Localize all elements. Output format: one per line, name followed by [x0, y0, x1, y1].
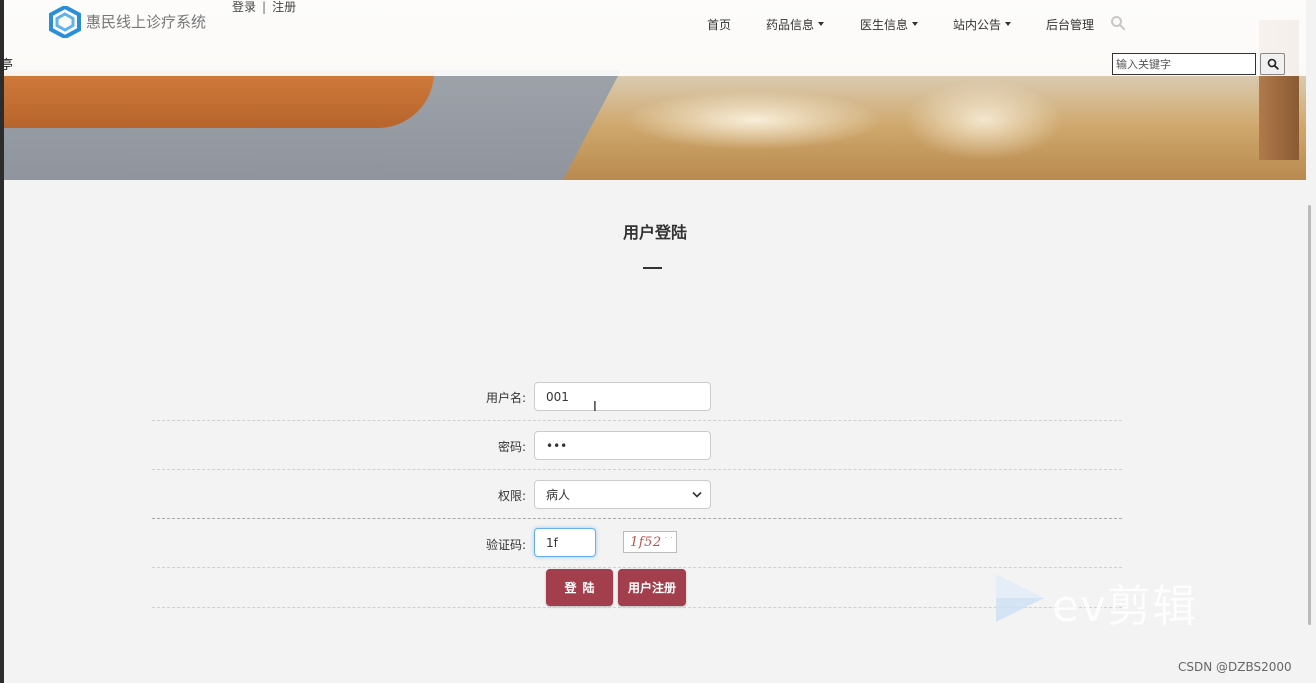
row-divider	[152, 518, 1122, 519]
nav-item-drugs[interactable]: 药品信息	[766, 16, 825, 33]
captcha-image-text: 1f52	[630, 534, 662, 550]
captcha-input[interactable]: 1f	[534, 528, 596, 557]
row-divider	[152, 607, 1122, 608]
search-button[interactable]	[1260, 53, 1285, 75]
nav-item-notices[interactable]: 站内公告	[953, 16, 1012, 33]
scrollbar[interactable]	[1306, 0, 1316, 683]
title-underline	[643, 267, 662, 269]
username-field[interactable]: 001	[534, 382, 711, 411]
nav-item-label: 站内公告	[953, 17, 1002, 32]
username-label: 用户名:	[485, 391, 526, 405]
login-button[interactable]: 登陆	[546, 569, 613, 606]
password-label: 密码:	[497, 440, 526, 454]
caret-down-icon	[912, 22, 919, 26]
search-input[interactable]	[1112, 53, 1256, 75]
register-link[interactable]: 注册	[272, 0, 296, 14]
captcha-noise: · ·	[664, 534, 673, 542]
captcha-input-value: 1f	[546, 535, 558, 550]
username-value: 001	[546, 389, 569, 404]
row-divider	[152, 420, 1122, 421]
role-value: 病人	[546, 488, 571, 502]
auth-links: 登录 | 注册	[232, 0, 296, 15]
navbar: 亭 惠民线上诊疗系统 登录 | 注册 首页 药品信息 医生信息 站内公告 后台管…	[4, 0, 1306, 76]
password-value: •••	[546, 438, 568, 453]
caret-down-icon	[1005, 22, 1012, 26]
nav-item-label: 医生信息	[860, 17, 909, 32]
search-icon	[1267, 58, 1279, 70]
role-select[interactable]: 病人	[534, 480, 711, 509]
page: 亭 惠民线上诊疗系统 登录 | 注册 首页 药品信息 医生信息 站内公告 后台管…	[4, 0, 1306, 683]
watermark-text: ev剪辑	[1052, 581, 1198, 632]
search-icon[interactable]	[1110, 15, 1126, 31]
login-link[interactable]: 登录	[232, 0, 256, 14]
play-logo-icon	[996, 574, 1044, 622]
captcha-image[interactable]: 1f52 · ·	[623, 531, 677, 553]
nav-item-label: 后台管理	[1046, 17, 1095, 32]
register-button[interactable]: 用户注册	[618, 569, 686, 606]
watermark: ev剪辑	[992, 570, 1242, 632]
nav-item-home[interactable]: 首页	[707, 16, 731, 33]
page-title: 用户登陆	[622, 223, 687, 242]
auth-separator: |	[262, 0, 267, 14]
nav-item-label: 药品信息	[766, 17, 815, 32]
text-cursor-icon: I	[593, 400, 597, 415]
row-divider	[152, 469, 1122, 470]
captcha-label: 验证码:	[485, 538, 526, 552]
caret-down-icon	[818, 22, 825, 26]
nav-item-doctors[interactable]: 医生信息	[860, 16, 919, 33]
logo-icon[interactable]	[48, 6, 82, 38]
password-field[interactable]: •••	[534, 431, 711, 460]
nav-item-admin[interactable]: 后台管理	[1046, 16, 1094, 33]
scrollbar-thumb[interactable]	[1308, 205, 1311, 625]
credit-text: CSDN @DZBS2000	[1178, 660, 1292, 674]
role-label: 权限:	[497, 489, 526, 503]
brand-title[interactable]: 惠民线上诊疗系统	[86, 11, 206, 32]
chevron-down-icon	[692, 491, 702, 498]
side-glyph: 亭	[4, 58, 14, 73]
row-divider	[152, 567, 1122, 568]
nav-item-label: 首页	[707, 17, 732, 32]
